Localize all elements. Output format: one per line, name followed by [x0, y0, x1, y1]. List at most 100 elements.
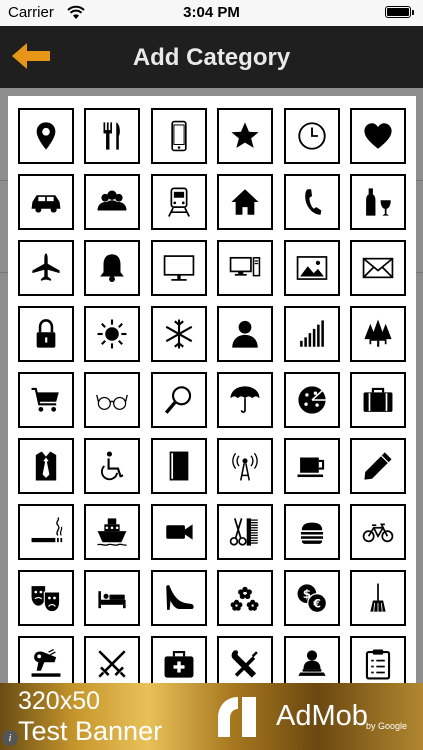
category-icon-option[interactable]	[283, 240, 340, 296]
clock-icon	[297, 122, 326, 150]
ad-brand-text: AdMob	[276, 700, 368, 732]
category-icon-option[interactable]	[84, 438, 141, 494]
category-icon-option[interactable]	[283, 174, 340, 230]
group-icon	[97, 190, 127, 211]
wine-icon	[366, 188, 391, 216]
svg-text:€: €	[312, 597, 321, 610]
first-aid-kit-icon	[164, 651, 194, 678]
category-icon-option[interactable]	[349, 372, 406, 428]
padlock-icon	[36, 319, 56, 348]
tools-icon	[231, 650, 258, 678]
category-icon-option[interactable]	[84, 636, 141, 683]
category-icon-option[interactable]	[18, 504, 74, 560]
category-icon-option[interactable]	[84, 306, 141, 362]
category-icon-option[interactable]	[283, 108, 340, 164]
category-icon-option[interactable]	[18, 108, 74, 164]
coffee-cup-icon	[297, 457, 324, 478]
bell-icon	[100, 254, 125, 283]
category-icon-option[interactable]	[217, 108, 274, 164]
ad-by-text: by Google	[366, 721, 408, 731]
bed-icon	[98, 591, 126, 609]
category-icon-option[interactable]	[18, 306, 74, 362]
category-icon-option[interactable]	[217, 174, 274, 230]
category-icon-option[interactable]	[18, 636, 74, 683]
category-icon-option[interactable]	[283, 438, 340, 494]
hair-dryer-icon	[31, 648, 61, 677]
fork-knife-icon	[103, 122, 121, 150]
battery-icon	[385, 6, 414, 18]
category-icon-option[interactable]	[349, 636, 406, 683]
status-bar: Carrier 3:04 PM	[0, 0, 423, 26]
category-icon-option[interactable]	[283, 372, 340, 428]
category-icon-option[interactable]	[349, 570, 406, 626]
envelope-icon	[362, 257, 394, 279]
video-camera-icon	[166, 524, 193, 540]
ad-banner[interactable]: 320x50 Test Banner AdMob by Google i	[0, 683, 423, 750]
category-icon-option[interactable]	[84, 174, 141, 230]
category-icon-option[interactable]	[349, 306, 406, 362]
phone-handset-icon	[304, 189, 321, 215]
user-laptop-icon	[297, 650, 326, 676]
category-icon-option[interactable]	[84, 240, 141, 296]
category-icon-option[interactable]	[150, 240, 207, 296]
icon-picker-panel[interactable]: $ €	[8, 96, 416, 683]
book-icon	[169, 451, 189, 481]
signal-bars-icon	[299, 320, 324, 347]
category-icon-option[interactable]	[217, 438, 274, 494]
ship-icon	[97, 518, 128, 546]
flowers-icon	[230, 586, 259, 611]
category-icon-option[interactable]	[18, 174, 74, 230]
category-icon-option[interactable]	[150, 504, 207, 560]
heart-icon	[364, 123, 392, 149]
wheelchair-icon	[101, 451, 124, 481]
theater-masks-icon	[31, 586, 61, 613]
ad-size-text: 320x50	[18, 687, 101, 715]
category-icon-option[interactable]	[150, 174, 207, 230]
category-icon-option[interactable]	[283, 504, 340, 560]
category-icon-option[interactable]	[217, 570, 274, 626]
currency-coins-icon: $€	[297, 584, 327, 614]
category-icon-option[interactable]	[150, 570, 207, 626]
category-icon-option[interactable]	[283, 306, 340, 362]
broom-icon	[370, 583, 386, 612]
category-icon-option[interactable]	[84, 108, 141, 164]
pencil-icon	[364, 452, 392, 480]
smoking-icon	[31, 517, 63, 543]
category-icon-option[interactable]	[150, 306, 207, 362]
category-icon-option[interactable]	[349, 240, 406, 296]
category-icon-option[interactable]	[84, 570, 141, 626]
category-icon-option[interactable]	[217, 372, 274, 428]
broadcast-tower-icon	[232, 452, 258, 481]
category-icon-option[interactable]	[150, 372, 207, 428]
desktop-computer-icon	[229, 256, 261, 277]
page-title: Add Category	[132, 44, 291, 71]
category-icon-option[interactable]	[349, 438, 406, 494]
clock-time: 3:04 PM	[183, 4, 240, 21]
sun-icon	[97, 319, 127, 349]
category-icon-option[interactable]	[18, 438, 74, 494]
category-icon-option[interactable]	[217, 504, 274, 560]
briefcase-icon	[363, 387, 393, 412]
category-icon-option[interactable]	[18, 570, 74, 626]
category-icon-option[interactable]	[217, 306, 274, 362]
category-icon-option[interactable]	[349, 504, 406, 560]
home-icon	[231, 189, 259, 215]
category-icon-option[interactable]	[18, 240, 74, 296]
category-icon-option[interactable]	[217, 240, 274, 296]
category-icon-option[interactable]	[84, 372, 141, 428]
shirt-tie-icon	[35, 451, 57, 481]
category-icon-option[interactable]	[217, 636, 274, 683]
category-icon-option[interactable]	[349, 174, 406, 230]
category-icon-option[interactable]	[18, 372, 74, 428]
category-icon-option[interactable]: $ €	[283, 570, 340, 626]
ad-info-icon[interactable]: i	[2, 730, 18, 746]
category-icon-option[interactable]	[84, 504, 141, 560]
category-icon-option[interactable]	[283, 636, 340, 683]
category-icon-option[interactable]	[150, 108, 207, 164]
category-icon-option[interactable]	[349, 108, 406, 164]
category-icon-option[interactable]	[150, 438, 207, 494]
svg-text:$: $	[302, 587, 310, 601]
ad-title-text: Test Banner	[18, 716, 163, 746]
person-icon	[232, 320, 258, 348]
category-icon-option[interactable]	[150, 636, 207, 683]
